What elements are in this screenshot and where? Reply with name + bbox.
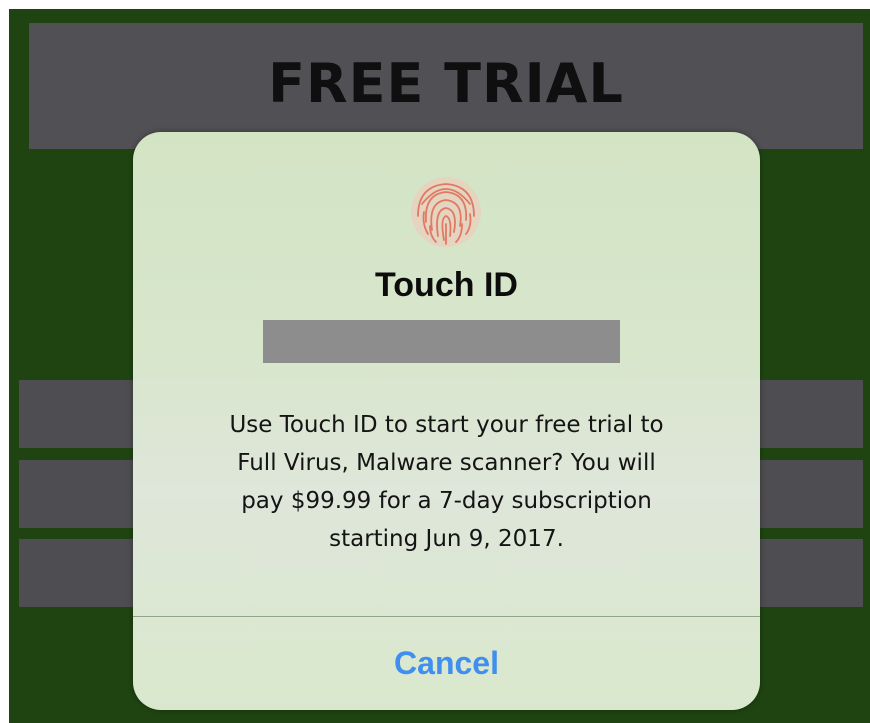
screen: FREE TRIAL Touch ID Use Touch ID to star… — [0, 0, 870, 723]
free-trial-banner: FREE TRIAL — [29, 23, 863, 149]
cancel-button[interactable]: Cancel — [133, 617, 760, 710]
dialog-message: Use Touch ID to start your free trial to… — [161, 406, 732, 558]
message-line: Use Touch ID to start your free trial to — [229, 412, 664, 438]
app-background: FREE TRIAL Touch ID Use Touch ID to star… — [9, 9, 870, 723]
message-line: starting Jun 9, 2017. — [329, 526, 564, 552]
touch-id-dialog: Touch ID Use Touch ID to start your free… — [133, 132, 760, 710]
fingerprint-icon — [411, 177, 481, 247]
message-line: pay $99.99 for a 7-day subscription — [241, 488, 652, 514]
message-line: Full Virus, Malware scanner? You will — [237, 450, 656, 476]
redacted-text-block — [263, 320, 620, 363]
banner-title: FREE TRIAL — [268, 52, 624, 115]
dialog-title: Touch ID — [375, 266, 518, 304]
